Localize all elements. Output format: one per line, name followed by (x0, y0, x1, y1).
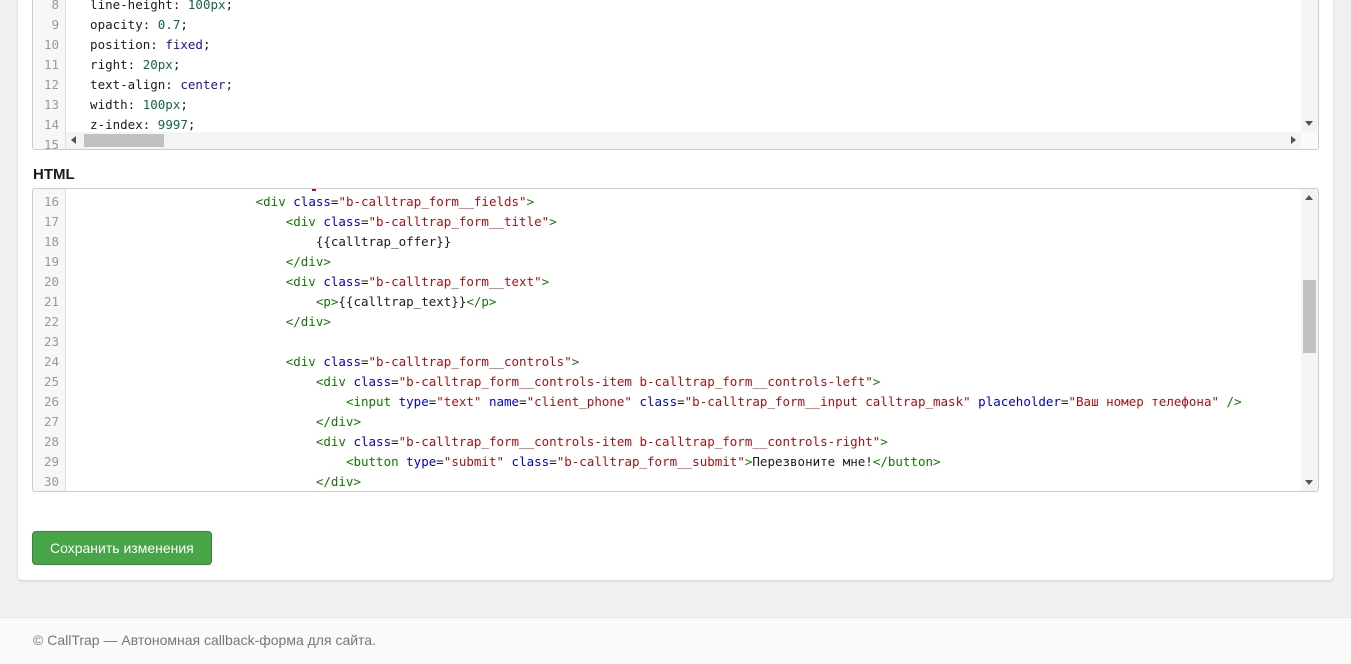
code-line: <div class="b-calltrap_form__controls"> (75, 352, 1301, 372)
line-number: 26 (33, 392, 65, 412)
footer-copyright: © CallTrap — Автономная callback-форма д… (33, 632, 376, 648)
line-number: 23 (33, 332, 65, 352)
code-line: <div class="b-calltrap_form__fields"> (75, 192, 1301, 212)
html-section-label: HTML (33, 166, 75, 183)
line-number: 12 (33, 75, 65, 95)
code-line (75, 332, 1301, 352)
scroll-left-arrow-icon[interactable] (66, 132, 83, 149)
css-code-editor[interactable]: 89101112131415 line-height: 100px; opaci… (32, 0, 1319, 150)
code-line: </div> (75, 312, 1301, 332)
line-number: 13 (33, 95, 65, 115)
code-line: text-align: center; (75, 75, 1301, 95)
code-line: {{calltrap_offer}} (75, 232, 1301, 252)
page: 89101112131415 line-height: 100px; opaci… (0, 0, 1351, 664)
code-line: <div class="b-calltrap_form__title"> (75, 212, 1301, 232)
line-number: 25 (33, 372, 65, 392)
line-number-gutter: 89101112131415 (33, 0, 66, 149)
line-number: 10 (33, 35, 65, 55)
code-line: width: 100px; (75, 95, 1301, 115)
line-number: 15 (33, 135, 65, 150)
line-number: 28 (33, 432, 65, 452)
code-line: <div class="b-calltrap_form__controls-it… (75, 432, 1301, 452)
html-code-area[interactable]: <div class="b-calltrap_form__fields"> <d… (67, 189, 1301, 491)
line-number: 29 (33, 452, 65, 472)
horizontal-scrollbar-thumb[interactable] (84, 134, 164, 147)
line-number: 18 (33, 232, 65, 252)
code-line: </div> (75, 412, 1301, 432)
line-number: 14 (33, 115, 65, 135)
code-line: position: fixed; (75, 35, 1301, 55)
vertical-scrollbar[interactable] (1301, 0, 1318, 132)
scroll-down-arrow-icon[interactable] (1301, 474, 1318, 491)
scrollbar-corner (1301, 132, 1318, 149)
line-number: 16 (33, 192, 65, 212)
vertical-scrollbar[interactable] (1301, 189, 1318, 491)
line-number: 9 (33, 15, 65, 35)
line-number: 27 (33, 412, 65, 432)
clipped-code-fragment (312, 189, 316, 191)
code-line: </div> (75, 252, 1301, 272)
code-line: </div> (75, 472, 1301, 491)
line-number: 8 (33, 0, 65, 15)
horizontal-scrollbar[interactable] (66, 132, 1301, 149)
scroll-down-arrow-icon[interactable] (1301, 115, 1318, 132)
code-line: <button type="submit" class="b-calltrap_… (75, 452, 1301, 472)
line-number: 24 (33, 352, 65, 372)
html-code-editor[interactable]: 161718192021222324252627282930 <div clas… (32, 188, 1319, 492)
code-line: opacity: 0.7; (75, 15, 1301, 35)
scroll-up-arrow-icon[interactable] (1301, 189, 1318, 206)
line-number: 17 (33, 212, 65, 232)
line-number-gutter: 161718192021222324252627282930 (33, 189, 66, 491)
line-number: 21 (33, 292, 65, 312)
vertical-scrollbar-thumb[interactable] (1303, 280, 1316, 353)
code-line: <div class="b-calltrap_form__text"> (75, 272, 1301, 292)
code-line: <div class="b-calltrap_form__controls-it… (75, 372, 1301, 392)
code-line: <p>{{calltrap_text}}</p> (75, 292, 1301, 312)
line-number: 19 (33, 252, 65, 272)
page-footer: © CallTrap — Автономная callback-форма д… (0, 617, 1351, 664)
line-number: 22 (33, 312, 65, 332)
line-number: 30 (33, 472, 65, 492)
scroll-right-arrow-icon[interactable] (1284, 132, 1301, 149)
code-line: <input type="text" name="client_phone" c… (75, 392, 1301, 412)
code-line: line-height: 100px; (75, 0, 1301, 15)
line-number: 11 (33, 55, 65, 75)
css-code-area[interactable]: line-height: 100px; opacity: 0.7; positi… (67, 0, 1301, 149)
save-changes-button[interactable]: Сохранить изменения (32, 531, 212, 565)
line-number: 20 (33, 272, 65, 292)
code-line: right: 20px; (75, 55, 1301, 75)
